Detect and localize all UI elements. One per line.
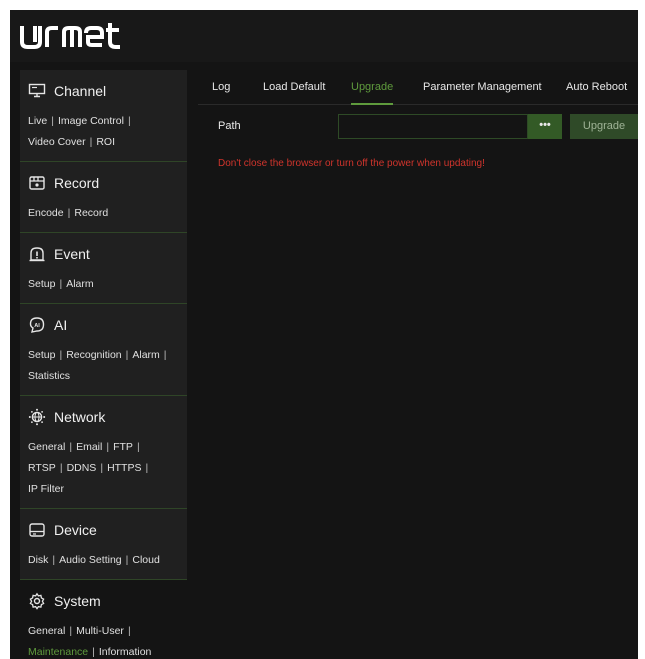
sidebar-section-title: Record [54,174,100,191]
event-icon [29,246,45,261]
sidebar-section-ai: AI AI Setup | Recognition | Alarm | Statistic… [20,304,187,396]
tab-load-default[interactable]: Load Default [263,70,325,105]
sidebar-section-title: AI [54,316,68,333]
tab-upgrade[interactable]: Upgrade [351,70,394,105]
sidebar-link-general[interactable]: General [28,441,65,453]
sidebar-item-channel[interactable]: Channel [20,70,187,111]
sidebar-link-alarm[interactable]: Alarm [132,349,159,361]
sidebar-section-title: System [54,592,101,609]
sidebar-link-ip-filter[interactable]: IP Filter [28,483,64,495]
sidebar-item-event[interactable]: Event [20,233,187,274]
sidebar: Channel Live | Image Control | Video Cover |… [20,70,187,659]
sidebar-item-ai[interactable]: AI AI [20,304,187,345]
content-panel: Log Load Default Upgrade Parameter Manag… [198,70,638,659]
sidebar-link-general[interactable]: General [28,625,65,637]
network-icon [28,408,46,425]
sidebar-link-ddns[interactable]: DDNS [67,462,97,474]
header-bar [10,10,638,62]
sidebar-links: Disk | Audio Setting | Cloud [28,554,160,566]
sidebar-link-roi[interactable]: ROI [96,136,115,148]
sidebar-section-record: Record Encode | Record [20,162,187,233]
sidebar-link-audio-setting[interactable]: Audio Setting [59,554,121,566]
sidebar-section-title: Device [54,521,97,538]
sidebar-section-system: System General | Multi-User | Maintenance | I… [20,580,187,659]
sidebar-link-statistics[interactable]: Statistics [28,370,70,382]
gear-icon [29,592,45,610]
sidebar-link-maintenance[interactable]: Maintenance [28,646,88,658]
path-input[interactable] [338,114,528,139]
sidebar-link-record[interactable]: Record [74,207,108,219]
sidebar-section-title: Network [54,408,106,425]
sidebar-link-setup[interactable]: Setup [28,349,55,361]
sidebar-item-device[interactable]: Device [20,509,187,550]
sidebar-link-recognition[interactable]: Recognition [66,349,121,361]
sidebar-link-image-control[interactable]: Image Control [58,115,124,127]
sidebar-link-disk[interactable]: Disk [28,554,48,566]
sidebar-link-encode[interactable]: Encode [28,207,64,219]
sidebar-link-ftp[interactable]: FTP [113,441,133,453]
sidebar-link-email[interactable]: Email [76,441,102,453]
monitor-icon [28,83,46,97]
app-window: Channel Live | Image Control | Video Cover |… [10,10,638,659]
sidebar-section-title: Event [54,245,90,262]
record-icon [29,175,45,190]
device-icon [29,522,45,537]
browse-button[interactable]: ••• [528,114,562,139]
sidebar-link-alarm[interactable]: Alarm [66,278,93,290]
sidebar-links: General | Email | FTP | RTSP | DDNS | HTTPS | IP F… [28,441,149,495]
upgrade-button[interactable]: Upgrade [570,114,638,139]
path-label: Path [218,120,241,132]
sidebar-section-channel: Channel Live | Image Control | Video Cover |… [20,70,187,162]
tab-parameter-management[interactable]: Parameter Management [423,70,542,105]
sidebar-links: General | Multi-User | Maintenance | Informat… [28,625,152,658]
sidebar-link-video-cover[interactable]: Video Cover [28,136,86,148]
sidebar-links: Live | Image Control | Video Cover | ROI [28,115,131,148]
main-layout: Channel Live | Image Control | Video Cover |… [20,70,638,659]
sidebar-link-https[interactable]: HTTPS [107,462,141,474]
sidebar-link-setup[interactable]: Setup [28,278,55,290]
tab-auto-reboot[interactable]: Auto Reboot [566,70,627,105]
sidebar-item-record[interactable]: Record [20,162,187,203]
sidebar-section-title: Channel [54,82,107,99]
ai-icon: AI [29,316,45,333]
sidebar-section-network: Network General | Email | FTP | RTSP | DDNS | HTT… [20,396,187,509]
svg-text:AI: AI [34,322,40,328]
urmet-logo [20,23,120,49]
sidebar-link-multi-user[interactable]: Multi-User [76,625,124,637]
sidebar-item-network[interactable]: Network [20,396,187,437]
sidebar-link-live[interactable]: Live [28,115,47,127]
sidebar-link-rtsp[interactable]: RTSP [28,462,56,474]
upgrade-warning-text: Don't close the browser or turn off the … [218,158,485,169]
sidebar-links: Setup | Alarm [28,278,94,290]
tab-bar: Log Load Default Upgrade Parameter Manag… [198,70,638,105]
sidebar-section-device: Device Disk | Audio Setting | Cloud [20,509,187,580]
sidebar-item-system[interactable]: System [20,580,187,621]
sidebar-links: Setup | Recognition | Alarm | Statistics [28,349,167,382]
sidebar-link-information[interactable]: Information [99,646,152,658]
sidebar-section-event: Event Setup | Alarm [20,233,187,304]
sidebar-link-cloud[interactable]: Cloud [132,554,159,566]
sidebar-links: Encode | Record [28,207,109,219]
tab-log[interactable]: Log [212,70,230,105]
